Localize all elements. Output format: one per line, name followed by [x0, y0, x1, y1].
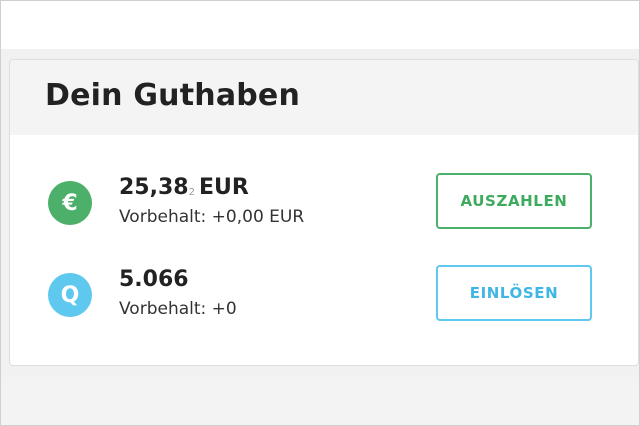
- balance-card: Dein Guthaben € 25,382 EUR Vorbehalt: +0,…: [9, 59, 639, 366]
- euro-amount: 25,382 EUR: [119, 175, 249, 200]
- redeem-button[interactable]: EINLÖSEN: [436, 265, 592, 321]
- euro-reserve: Vorbehalt: +0,00 EUR: [119, 207, 305, 227]
- payout-button[interactable]: AUSZAHLEN: [436, 173, 592, 229]
- points-amount: 5.066: [119, 267, 189, 292]
- euro-balance-row: € 25,382 EUR Vorbehalt: +0,00 EUR AUSZAHL…: [10, 173, 638, 233]
- top-area: [1, 1, 639, 49]
- euro-amount-fraction: 2: [188, 187, 195, 198]
- points-reserve: Vorbehalt: +0: [119, 299, 237, 319]
- points-balance-row: Q 5.066 Vorbehalt: +0 EINLÖSEN: [10, 265, 638, 325]
- app-frame: Dein Guthaben € 25,382 EUR Vorbehalt: +0,…: [0, 0, 640, 426]
- euro-icon: €: [48, 181, 92, 225]
- euro-currency: EUR: [198, 175, 249, 200]
- balance-card-header: Dein Guthaben: [10, 60, 638, 135]
- euro-amount-main: 25,38: [119, 175, 189, 200]
- bottom-area: [1, 377, 639, 425]
- q-points-icon: Q: [48, 273, 92, 317]
- balance-title: Dein Guthaben: [45, 78, 301, 113]
